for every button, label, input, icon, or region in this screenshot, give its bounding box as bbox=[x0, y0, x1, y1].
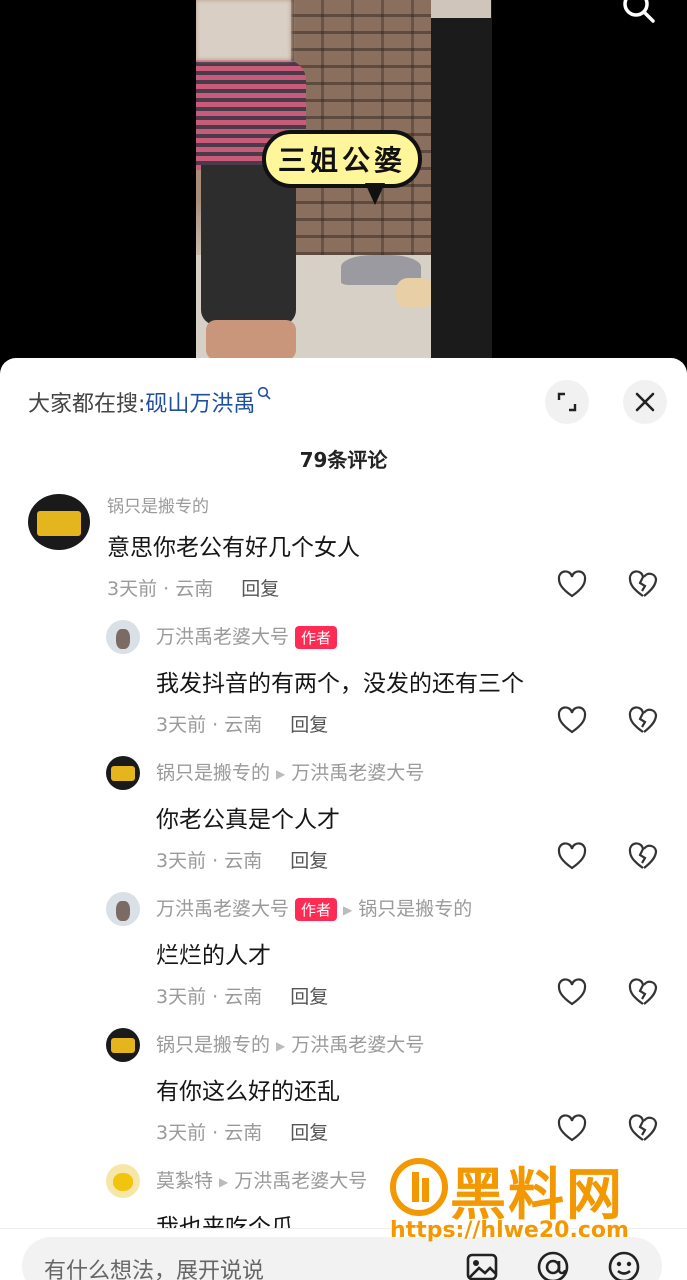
broken-heart-icon[interactable] bbox=[628, 1114, 658, 1144]
heart-icon[interactable] bbox=[557, 706, 587, 736]
close-icon bbox=[635, 392, 655, 412]
blurred-face-right bbox=[431, 0, 491, 18]
reply-arrow-icon: ▶ bbox=[276, 1038, 286, 1053]
reply-to-name[interactable]: 万洪禹老婆大号 bbox=[234, 1170, 367, 1192]
author-name[interactable]: 万洪禹老婆大号 bbox=[156, 898, 289, 920]
reply-arrow-icon: ▶ bbox=[219, 1174, 229, 1189]
speech-bubble-tail bbox=[365, 183, 385, 205]
reply-arrow-icon: ▶ bbox=[276, 766, 286, 781]
author-badge: 作者 bbox=[295, 626, 338, 649]
pants bbox=[201, 165, 296, 325]
reply-to-name[interactable]: 锅只是搬专的 bbox=[358, 898, 472, 920]
broken-heart-icon[interactable] bbox=[628, 570, 658, 600]
heart-icon[interactable] bbox=[557, 978, 587, 1008]
comment-author: 万洪禹老婆大号 作者 ▶ 锅只是搬专的 bbox=[156, 894, 472, 921]
comment-meta: 3天前 · 云南 回复 bbox=[107, 574, 279, 601]
broken-heart-icon[interactable] bbox=[628, 978, 658, 1008]
broken-heart-icon[interactable] bbox=[628, 706, 658, 736]
heart-icon[interactable] bbox=[557, 570, 587, 600]
reply-button[interactable]: 回复 bbox=[290, 986, 328, 1008]
avatar[interactable] bbox=[28, 494, 90, 550]
speech-bubble: 三姐公婆 bbox=[262, 130, 422, 188]
comment-meta: 3天前 · 云南 回复 bbox=[156, 1118, 328, 1145]
feet bbox=[206, 320, 296, 360]
video-player[interactable]: 三姐公婆 bbox=[0, 0, 687, 380]
author-name[interactable]: 锅只是搬专的 bbox=[156, 762, 270, 784]
slippers bbox=[396, 278, 434, 308]
trending-keyword[interactable]: 砚山万洪禹 bbox=[145, 392, 255, 417]
comment-meta: 3天前 · 云南 回复 bbox=[156, 846, 328, 873]
search-icon[interactable] bbox=[621, 0, 657, 30]
close-button[interactable] bbox=[623, 380, 667, 424]
comment-meta: 3天前 · 云南 回复 bbox=[156, 710, 328, 737]
comment-author: 锅只是搬专的 ▶ 万洪禹老婆大号 bbox=[156, 758, 424, 785]
avatar[interactable] bbox=[106, 892, 140, 926]
expand-icon bbox=[557, 392, 577, 412]
search-icon bbox=[258, 386, 272, 400]
person-right bbox=[431, 0, 492, 360]
author-badge: 作者 bbox=[295, 898, 338, 921]
watermark-logo-icon bbox=[390, 1158, 448, 1216]
comment-time-location: 3天前 · 云南 bbox=[107, 578, 214, 600]
comment-time-location: 3天前 · 云南 bbox=[156, 850, 263, 872]
reply-button[interactable]: 回复 bbox=[290, 714, 328, 736]
reply-to-name[interactable]: 万洪禹老婆大号 bbox=[291, 1034, 424, 1056]
reply-button[interactable]: 回复 bbox=[290, 1122, 328, 1144]
trending-prefix: 大家都在搜: bbox=[28, 392, 146, 417]
comment-time-location: 3天前 · 云南 bbox=[156, 986, 263, 1008]
comment-time-location: 3天前 · 云南 bbox=[156, 1122, 263, 1144]
trending-search[interactable]: 大家都在搜:砚山万洪禹 bbox=[28, 386, 272, 418]
expand-button[interactable] bbox=[545, 380, 589, 424]
avatar[interactable] bbox=[106, 1164, 140, 1198]
heart-icon[interactable] bbox=[557, 1114, 587, 1144]
comment-text: 有你这么好的还乱 bbox=[156, 1079, 340, 1105]
author-name[interactable]: 锅只是搬专的 bbox=[156, 1034, 270, 1056]
comment-time-location: 3天前 · 云南 bbox=[156, 714, 263, 736]
watermark: 黑料网 https://hlwe20.com bbox=[390, 1152, 680, 1248]
at-icon[interactable] bbox=[535, 1249, 571, 1280]
author-name[interactable]: 万洪禹老婆大号 bbox=[156, 626, 289, 648]
comment-author: 万洪禹老婆大号 作者 bbox=[156, 622, 338, 649]
watermark-url: https://hlwe20.com bbox=[390, 1218, 629, 1243]
comment-text: 烂烂的人才 bbox=[156, 943, 271, 969]
author-name[interactable]: 莫紮特 bbox=[156, 1170, 213, 1192]
reply-to-name[interactable]: 万洪禹老婆大号 bbox=[291, 762, 424, 784]
avatar[interactable] bbox=[106, 1028, 140, 1062]
reply-button[interactable]: 回复 bbox=[290, 850, 328, 872]
comment-text: 我发抖音的有两个，没发的还有三个 bbox=[156, 671, 524, 697]
avatar[interactable] bbox=[106, 756, 140, 790]
comment-author[interactable]: 锅只是搬专的 bbox=[107, 492, 209, 517]
reply-button[interactable]: 回复 bbox=[241, 578, 279, 600]
input-placeholder: 有什么想法，展开说说 bbox=[44, 1259, 265, 1280]
comment-text: 你老公真是个人才 bbox=[156, 807, 340, 833]
reply-arrow-icon: ▶ bbox=[343, 902, 353, 917]
comment-author: 莫紮特 ▶ 万洪禹老婆大号 bbox=[156, 1166, 367, 1193]
heart-icon[interactable] bbox=[557, 842, 587, 872]
image-icon[interactable] bbox=[464, 1249, 500, 1280]
emoji-icon[interactable] bbox=[606, 1249, 642, 1280]
comment-text: 意思你老公有好几个女人 bbox=[107, 535, 360, 561]
comment-meta: 3天前 · 云南 回复 bbox=[156, 982, 328, 1009]
avatar[interactable] bbox=[106, 620, 140, 654]
comment-author: 锅只是搬专的 ▶ 万洪禹老婆大号 bbox=[156, 1030, 424, 1057]
blurred-face bbox=[196, 0, 291, 60]
broken-heart-icon[interactable] bbox=[628, 842, 658, 872]
comment-panel: 大家都在搜:砚山万洪禹 79条评论 锅只是搬专的 意思你老公有好几个女人 3天前… bbox=[0, 358, 687, 1280]
comment-count: 79条评论 bbox=[299, 448, 388, 472]
